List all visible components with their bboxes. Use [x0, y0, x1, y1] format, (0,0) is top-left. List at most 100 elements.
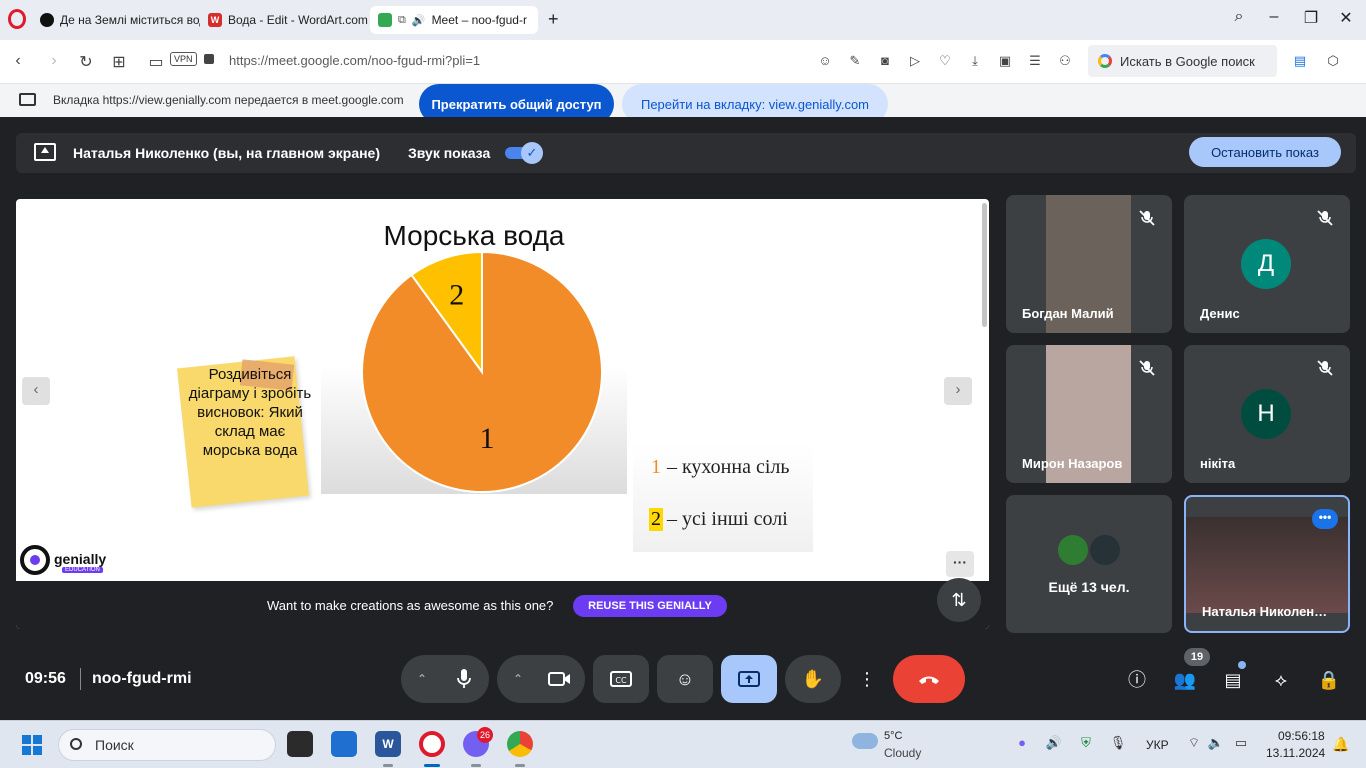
chat-notification-dot [1238, 661, 1246, 669]
genially-logo-icon[interactable] [20, 545, 50, 575]
vpn-badge[interactable]: VPN [170, 52, 197, 66]
stop-presenting-button[interactable]: Остановить показ [1189, 137, 1341, 167]
forward-button[interactable]: › [44, 52, 64, 70]
present-now-button[interactable] [721, 655, 777, 703]
chat-icon[interactable]: ▤ [1221, 668, 1245, 692]
weather-temperature[interactable]: 5°C [884, 730, 902, 742]
self-tile[interactable]: ••• Наталья Николен… [1184, 495, 1350, 633]
slide-more-button[interactable]: ··· [946, 551, 974, 577]
mic-icon[interactable] [455, 668, 473, 690]
captions-button[interactable]: CC [593, 655, 649, 703]
heart-icon[interactable]: ♡ [937, 53, 953, 69]
chevron-up-icon[interactable]: ⌃ [417, 672, 427, 686]
emoji-icon[interactable]: ☺ [817, 53, 833, 69]
cloud-icon[interactable] [852, 733, 878, 749]
presenter-name: Наталья Николенко (вы, на главном экране… [73, 145, 381, 161]
send-icon[interactable]: ▷ [907, 53, 923, 69]
presentation-sound-toggle[interactable]: ✓ [505, 142, 543, 164]
task-view-icon[interactable] [287, 731, 313, 757]
reuse-genially-button[interactable]: REUSE THIS GENIALLY [573, 595, 727, 617]
meeting-info-icon[interactable]: ⓘ [1125, 668, 1149, 692]
camera-icon[interactable]: ▭ [146, 52, 166, 72]
tab-title: Де на Землі міститься вод [60, 13, 200, 27]
next-slide-button[interactable]: › [944, 377, 972, 405]
camera-control[interactable]: ⌃ [497, 655, 585, 703]
new-tab-button[interactable]: + [548, 10, 559, 28]
genially-education-badge: EDUCATION [62, 567, 103, 573]
present-icon [738, 671, 760, 687]
taskbar-search[interactable]: Поиск [58, 729, 276, 761]
wifi-icon[interactable]: ⌔ [1185, 735, 1203, 751]
viber-badge: 26 [477, 727, 493, 743]
tab-meet[interactable]: ⧉ 🔊 Meet – noo-fgud-r [370, 6, 538, 34]
host-controls-icon[interactable]: 🔒 [1317, 668, 1341, 692]
prev-slide-button[interactable]: ‹ [22, 377, 50, 405]
mic-control[interactable]: ⌃ [401, 655, 489, 703]
participant-tile[interactable]: Н нікіта [1184, 345, 1350, 483]
leave-call-button[interactable] [893, 655, 965, 703]
extensions-cube-icon[interactable]: ⬡ [1325, 53, 1341, 69]
app-indicator [515, 764, 525, 767]
profile-icon[interactable]: ⚇ [1057, 53, 1073, 69]
more-options-button[interactable]: ⋮ [849, 655, 885, 703]
volume-tray-icon[interactable]: 🔊 [1045, 735, 1063, 751]
genially-brand[interactable]: genially [54, 551, 106, 567]
legend-number: 2 [649, 508, 663, 531]
pip-icon[interactable]: ⧉ [398, 14, 406, 27]
clock-time[interactable]: 09:56:18 [1278, 729, 1325, 743]
chrome-icon[interactable] [507, 731, 533, 757]
reload-button[interactable]: ↻ [76, 52, 96, 72]
back-button[interactable]: ‹ [8, 52, 28, 70]
people-icon[interactable]: 👥 [1173, 668, 1197, 692]
word-icon[interactable]: W [375, 731, 401, 757]
self-video [1186, 517, 1348, 613]
speaker-icon[interactable]: 🔈 [1207, 735, 1225, 751]
address-bar-row: ‹ › ↻ ⊞ ▭ VPN https://meet.google.com/no… [0, 40, 1366, 84]
easy-setup-icon[interactable]: ☰ [1027, 53, 1043, 69]
language-indicator[interactable]: УКР [1146, 738, 1169, 752]
snapshot-icon[interactable]: ◙ [877, 53, 893, 69]
google-search-field[interactable]: Искать в Google поиск [1088, 45, 1277, 77]
more-options-icon[interactable]: ••• [1312, 509, 1338, 529]
tab-search-icon[interactable]: ⌕ [1227, 8, 1251, 26]
activities-icon[interactable]: ⟡ [1269, 668, 1293, 692]
speaker-icon[interactable]: 🔊 [412, 14, 426, 27]
pie-chart: 21 [361, 250, 603, 493]
present-icon [34, 143, 56, 161]
video-camera-icon[interactable] [548, 670, 572, 688]
lock-icon[interactable] [204, 54, 214, 64]
download-icon[interactable]: ⤓ [967, 53, 983, 69]
store-icon[interactable] [331, 731, 357, 757]
minimize-button[interactable]: – [1262, 8, 1286, 26]
swap-layout-icon[interactable]: ⇅ [937, 578, 981, 622]
extension-meet-icon[interactable]: ▤ [1292, 53, 1308, 69]
speed-dial-icon[interactable]: ⊞ [109, 52, 129, 72]
participant-tile[interactable]: Мирон Назаров [1006, 345, 1172, 483]
notifications-bell-icon[interactable]: 🔔 [1332, 736, 1349, 753]
battery-icon[interactable]: ▭ [1232, 735, 1250, 751]
close-window-button[interactable]: ✕ [1334, 8, 1358, 28]
maximize-button[interactable]: ❐ [1299, 8, 1323, 28]
opera-taskbar-icon[interactable] [419, 731, 445, 757]
tab-wordart[interactable]: W Вода - Edit - WordArt.com [200, 6, 370, 34]
opera-menu-icon[interactable] [8, 9, 26, 29]
more-participants-tile[interactable]: Ещё 13 чел. [1006, 495, 1172, 633]
clock-date[interactable]: 13.11.2024 [1266, 746, 1325, 760]
microphone-tray-icon[interactable]: 🎙 [1109, 735, 1127, 751]
tab-genially[interactable]: Де на Землі міститься вод [32, 6, 200, 34]
windows-start-icon[interactable] [22, 735, 42, 755]
participant-tile[interactable]: Богдан Малий [1006, 195, 1172, 333]
participant-tile[interactable]: Д Денис [1184, 195, 1350, 333]
people-count-badge: 19 [1184, 648, 1210, 666]
reactions-button[interactable]: ☺ [657, 655, 713, 703]
security-tray-icon[interactable]: ⛨ [1077, 735, 1095, 751]
genially-favicon-icon [40, 13, 54, 27]
chevron-up-icon[interactable]: ⌃ [513, 672, 523, 686]
viber-tray-icon[interactable]: ● [1013, 735, 1031, 750]
weather-description[interactable]: Cloudy [884, 746, 921, 760]
scrollbar[interactable] [982, 203, 987, 327]
edit-icon[interactable]: ✎ [847, 53, 863, 69]
player-icon[interactable]: ▣ [997, 53, 1013, 69]
url-field[interactable]: https://meet.google.com/noo-fgud-rmi?pli… [229, 53, 480, 68]
raise-hand-button[interactable]: ✋ [785, 655, 841, 703]
